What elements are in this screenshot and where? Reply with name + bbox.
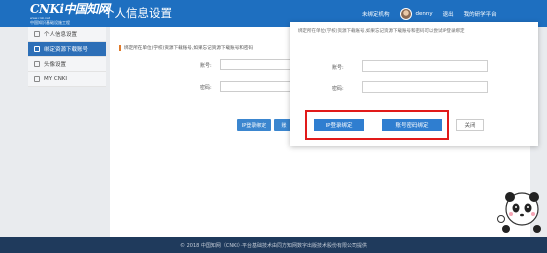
password-label: 密码: — [200, 85, 212, 91]
sidebar-item-label: 绑定资源下载账号 — [44, 47, 89, 53]
image-icon — [34, 61, 40, 67]
cnki-logo[interactable]: CNKi中国知网 www.cnki.net 中国知识基础设施工程 — [30, 2, 110, 26]
dialog-message: 绑定所在单位(学校)资源下载账号,如果忘记资源下载账号和密码可以尝试IP登录绑定 — [298, 29, 465, 34]
page-title: 个人信息设置 — [103, 6, 172, 20]
avatar[interactable] — [399, 7, 412, 20]
footer: © 2018 中国知网（CNKI）·平台基础技术由同方知网数字出版技术股份有限公… — [0, 237, 547, 253]
bind-org-link[interactable]: 未绑定机构 — [362, 10, 390, 18]
logout-link[interactable]: 退出 — [443, 10, 454, 18]
dialog-account-label: 账号: — [332, 65, 344, 71]
sidebar: 个人信息设置 绑定资源下载账号 头像设置 MY CNKI — [28, 27, 106, 87]
footer-text: © 2018 中国知网（CNKI）·平台基础技术由同方知网数字出版技术股份有限公… — [180, 242, 367, 249]
sidebar-item-avatar[interactable]: 头像设置 — [28, 57, 106, 72]
sidebar-item-mycnki[interactable]: MY CNKI — [28, 72, 106, 87]
dialog-password-input[interactable] — [362, 81, 488, 93]
platform-link[interactable]: 我的研学平台 — [464, 10, 497, 18]
ip-bind-button[interactable]: IP登录绑定 — [237, 119, 271, 131]
bind-notice: 绑定所在单位(学校)资源下载账号,如果忘记资源下载账号和密码 — [119, 45, 253, 51]
dialog-close-button[interactable]: 关闭 — [456, 119, 484, 131]
sidebar-item-label: MY CNKI — [44, 76, 68, 82]
account-label: 账号: — [200, 63, 212, 69]
dialog-password-label: 密码: — [332, 86, 344, 92]
username-link[interactable]: denny — [416, 11, 433, 17]
account-input[interactable] — [220, 59, 300, 70]
logo-tagline: 中国知识基础设施工程 — [30, 20, 70, 25]
highlight-box — [305, 110, 449, 140]
person-icon — [34, 76, 40, 82]
sidebar-item-label: 头像设置 — [44, 62, 67, 68]
dialog-account-input[interactable] — [362, 60, 488, 72]
logo-brand: CNKi中国知网 — [30, 2, 110, 16]
sidebar-item-bind-account[interactable]: 绑定资源下载账号 — [28, 42, 106, 57]
user-icon — [34, 31, 40, 37]
panda-mascot-icon — [497, 192, 541, 233]
sidebar-item-label: 个人信息设置 — [44, 32, 78, 38]
link-icon — [34, 46, 40, 52]
sidebar-item-profile[interactable]: 个人信息设置 — [28, 27, 106, 42]
password-input[interactable] — [220, 81, 300, 92]
